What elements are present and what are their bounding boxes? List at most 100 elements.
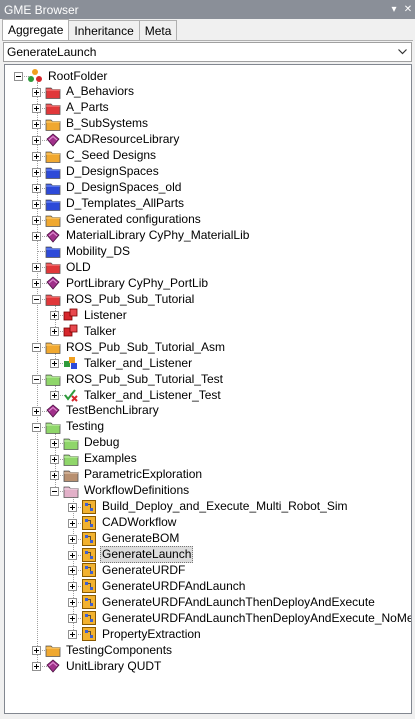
tree-item[interactable]: TestBenchLibrary: [45, 403, 161, 419]
tree-item-label: D_DesignSpaces_old: [66, 180, 182, 195]
expand-icon[interactable]: [32, 662, 41, 672]
tree-item[interactable]: GenerateURDFAndLaunchThenDeployAndExecut…: [81, 610, 411, 626]
expand-icon[interactable]: [32, 103, 41, 113]
tree-item[interactable]: UnitLibrary QUDT: [45, 658, 163, 674]
tree-item[interactable]: ROS_Pub_Sub_Tutorial_Asm: [45, 339, 227, 355]
tree-item[interactable]: ParametricExploration: [63, 467, 204, 483]
collapse-icon[interactable]: [32, 422, 41, 432]
expand-icon[interactable]: [50, 454, 59, 464]
collapse-icon[interactable]: [32, 295, 41, 305]
expand-icon[interactable]: [68, 582, 77, 592]
tree-item-label: Talker_and_Listener_Test: [84, 387, 221, 402]
expand-icon[interactable]: [68, 614, 77, 624]
folder-orange-icon: [45, 212, 61, 228]
tree-item[interactable]: Talker_and_Listener_Test: [63, 387, 223, 403]
expand-icon[interactable]: [68, 550, 77, 560]
tree-item[interactable]: Listener: [63, 307, 129, 323]
expand-icon[interactable]: [32, 119, 41, 129]
tree-item[interactable]: C_Seed Designs: [45, 148, 158, 164]
tree-item[interactable]: B_SubSystems: [45, 116, 150, 132]
expand-icon[interactable]: [68, 630, 77, 640]
tree-item[interactable]: WorkflowDefinitions: [63, 483, 191, 499]
tree-item[interactable]: A_Behaviors: [45, 84, 136, 100]
expand-icon[interactable]: [32, 406, 41, 416]
tree-item-label: TestingComponents: [66, 642, 173, 657]
tree-item[interactable]: Mobility_DS: [45, 243, 132, 259]
folder-blue-icon: [45, 164, 61, 180]
tree-item[interactable]: Talker_and_Listener: [63, 355, 194, 371]
tab-inheritance[interactable]: Inheritance: [68, 20, 140, 40]
tree-item[interactable]: ROS_Pub_Sub_Tutorial_Test: [45, 371, 225, 387]
expand-icon[interactable]: [32, 151, 41, 161]
chevron-down-icon[interactable]: [394, 43, 411, 61]
tree-item[interactable]: D_DesignSpaces: [45, 164, 161, 180]
tree-item[interactable]: Talker: [63, 323, 118, 339]
tree-item[interactable]: GenerateLaunch: [81, 546, 194, 563]
expand-icon[interactable]: [68, 598, 77, 608]
tab-divider: [2, 40, 413, 41]
tree-item-label: Talker_and_Listener: [84, 355, 193, 370]
tree-item[interactable]: Examples: [63, 451, 139, 467]
tree-item[interactable]: GenerateURDF: [81, 562, 187, 578]
tree-item[interactable]: Build_Deploy_and_Execute_Multi_Robot_Sim: [81, 499, 349, 515]
tree-item[interactable]: Debug: [63, 435, 121, 451]
tree-item[interactable]: PortLibrary CyPhy_PortLib: [45, 275, 210, 291]
expand-icon[interactable]: [50, 359, 59, 369]
collapse-icon[interactable]: [50, 486, 59, 496]
expand-icon[interactable]: [68, 518, 77, 528]
tree-item[interactable]: RootFolder: [27, 68, 109, 84]
expand-icon[interactable]: [50, 470, 59, 480]
object-selector-combo[interactable]: GenerateLaunch: [3, 42, 412, 62]
library-icon: [45, 275, 61, 291]
tree-item[interactable]: D_Templates_AllParts: [45, 196, 186, 212]
folder-blue-icon: [45, 180, 61, 196]
tree-item-label: Talker: [84, 323, 117, 338]
tree-item[interactable]: GenerateBOM: [81, 531, 181, 547]
folder-green-icon: [45, 371, 61, 387]
tab-meta[interactable]: Meta: [138, 20, 178, 40]
folder-orange-icon: [45, 148, 61, 164]
expand-icon[interactable]: [32, 215, 41, 225]
tree-item[interactable]: CADWorkflow: [81, 515, 178, 531]
folder-blue-icon: [45, 243, 61, 259]
tree-item[interactable]: Testing: [45, 419, 106, 435]
expand-icon[interactable]: [50, 311, 59, 321]
expand-icon[interactable]: [32, 183, 41, 193]
tree-item[interactable]: CADResourceLibrary: [45, 132, 181, 148]
tree-item[interactable]: D_DesignSpaces_old: [45, 180, 183, 196]
tree-item[interactable]: ROS_Pub_Sub_Tutorial: [45, 291, 196, 307]
collapse-icon[interactable]: [14, 72, 23, 81]
expand-icon[interactable]: [32, 87, 41, 97]
tree-item[interactable]: PropertyExtraction: [81, 626, 203, 642]
close-icon[interactable]: ✕: [401, 4, 415, 15]
expand-icon[interactable]: [32, 263, 41, 273]
tree-item-label: TestBenchLibrary: [66, 403, 159, 418]
workflow-icon: [81, 499, 97, 515]
expand-icon[interactable]: [50, 438, 59, 448]
expand-icon[interactable]: [32, 231, 41, 241]
tree-item[interactable]: Generated configurations: [45, 212, 203, 228]
tree-item[interactable]: TestingComponents: [45, 642, 174, 658]
expand-icon[interactable]: [32, 199, 41, 209]
tree-item[interactable]: A_Parts: [45, 100, 111, 116]
expand-icon[interactable]: [50, 327, 59, 337]
tree-item[interactable]: GenerateURDFAndLaunch: [81, 578, 247, 594]
expand-icon[interactable]: [68, 534, 77, 544]
expand-icon[interactable]: [50, 391, 59, 400]
browser-tabs: Aggregate Inheritance Meta: [2, 19, 178, 40]
tree-item[interactable]: OLD: [45, 259, 93, 275]
collapse-icon[interactable]: [32, 343, 41, 353]
object-tree[interactable]: RootFolder A_Behaviors A_Parts B_SubSystems…: [4, 64, 412, 714]
expand-icon[interactable]: [68, 502, 77, 512]
tree-item[interactable]: MaterialLibrary CyPhy_MaterialLib: [45, 228, 251, 244]
expand-icon[interactable]: [32, 279, 41, 289]
expand-icon[interactable]: [68, 566, 77, 576]
collapse-icon[interactable]: [32, 375, 41, 385]
expand-icon[interactable]: [32, 135, 41, 145]
expand-icon[interactable]: [32, 646, 41, 656]
pin-dropdown-icon[interactable]: ▾: [387, 4, 401, 15]
tab-aggregate[interactable]: Aggregate: [2, 19, 70, 40]
expand-icon[interactable]: [32, 167, 41, 177]
tree-item[interactable]: GenerateURDFAndLaunchThenDeployAndExecut…: [81, 594, 377, 610]
tree-item-label: UnitLibrary QUDT: [66, 658, 162, 673]
